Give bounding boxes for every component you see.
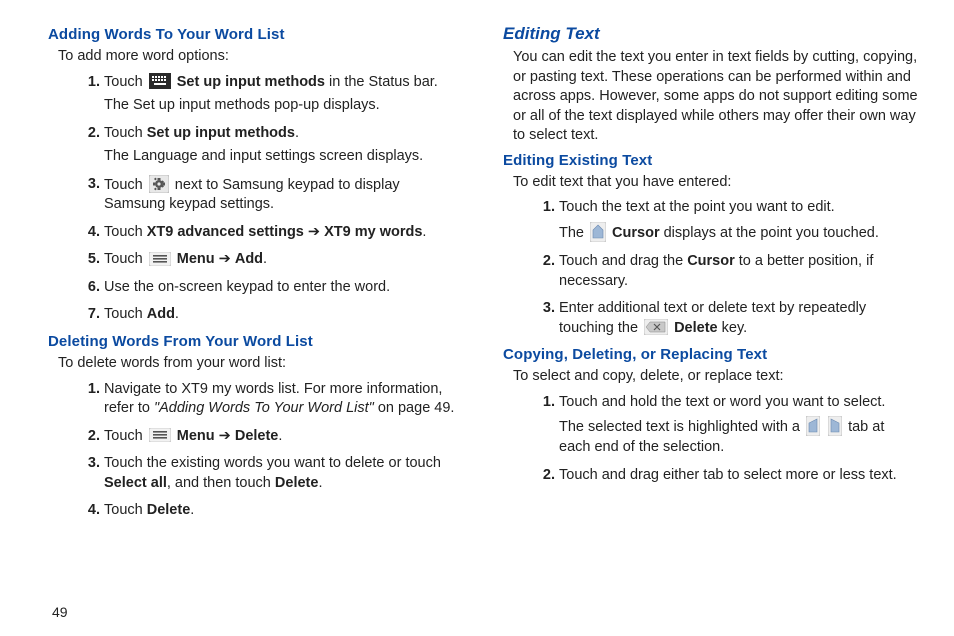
step-item: Navigate to XT9 my words list. For more … — [82, 380, 463, 419]
text: Touch — [104, 502, 147, 518]
steps-adding: Touch Set up input methods in the Status… — [48, 73, 463, 325]
text: Touch and hold the text or word you want… — [559, 394, 885, 410]
text-bold: Cursor — [612, 225, 660, 241]
menu-icon — [149, 252, 171, 266]
text-line: The selected text is highlighted with a … — [559, 416, 918, 458]
heading-editing-existing: Editing Existing Text — [503, 152, 918, 169]
text: The selected text is highlighted with a — [559, 419, 804, 435]
selection-tab-left-icon — [806, 416, 820, 436]
heading-editing-text: Editing Text — [503, 24, 918, 44]
right-column: Editing Text You can edit the text you e… — [503, 24, 918, 529]
page-number: 49 — [52, 604, 68, 620]
text: . — [295, 125, 299, 141]
text-bold: Select all — [104, 475, 167, 491]
step-item: Touch Menu ➔ Add. — [82, 250, 463, 270]
text-bold: Add — [147, 306, 175, 322]
text-bold: XT9 my words — [324, 224, 422, 240]
text: Touch — [104, 428, 147, 444]
gear-icon — [149, 175, 169, 193]
text: Touch — [104, 251, 147, 267]
intro-text: To add more word options: — [58, 47, 463, 67]
text: . — [190, 502, 194, 518]
step-item: Touch Set up input methods in the Status… — [82, 73, 463, 116]
text-bold: Menu — [177, 251, 215, 267]
paragraph: You can edit the text you enter in text … — [513, 48, 918, 146]
text: Touch — [104, 306, 147, 322]
cursor-tab-icon — [590, 222, 606, 242]
step-item: Touch and hold the text or word you want… — [537, 393, 918, 458]
text: Touch — [104, 125, 147, 141]
text: . — [175, 306, 179, 322]
left-column: Adding Words To Your Word List To add mo… — [48, 24, 463, 529]
text-bold: Cursor — [687, 253, 735, 269]
step-item: Touch Delete. — [82, 501, 463, 521]
step-item: Touch and drag the Cursor to a better po… — [537, 252, 918, 291]
step-item: Touch and drag either tab to select more… — [537, 466, 918, 486]
steps-deleting: Navigate to XT9 my words list. For more … — [48, 380, 463, 521]
text-bold: Delete — [147, 502, 191, 518]
step-item: Touch next to Samsung keypad to display … — [82, 175, 463, 215]
step-item: Touch Add. — [82, 305, 463, 325]
text: Touch and drag either tab to select more… — [559, 467, 897, 483]
step-item: Touch the existing words you want to del… — [82, 454, 463, 493]
steps-copying: Touch and hold the text or word you want… — [503, 393, 918, 486]
text-italic: "Adding Words To Your Word List" — [154, 400, 374, 416]
text: . — [278, 428, 282, 444]
heading-copying: Copying, Deleting, or Replacing Text — [503, 346, 918, 363]
text-line: The Cursor displays at the point you tou… — [559, 222, 918, 244]
text: The Language and input settings screen d… — [104, 147, 463, 167]
text: Touch — [104, 224, 147, 240]
text-bold: Menu — [177, 428, 215, 444]
text: on page 49. — [374, 400, 455, 416]
text: Use the on-screen keypad to enter the wo… — [104, 279, 390, 295]
step-item: Touch XT9 advanced settings ➔ XT9 my wor… — [82, 223, 463, 243]
text: Touch — [104, 74, 147, 90]
text: in the Status bar. — [325, 74, 438, 90]
heading-adding-words: Adding Words To Your Word List — [48, 26, 463, 43]
heading-deleting-words: Deleting Words From Your Word List — [48, 333, 463, 350]
text: . — [263, 251, 267, 267]
arrow-icon: ➔ — [304, 224, 324, 240]
text-bold: Set up input methods — [147, 125, 295, 141]
arrow-icon: ➔ — [215, 428, 235, 444]
text: The Set up input methods pop-up displays… — [104, 96, 463, 116]
text: Touch the existing words you want to del… — [104, 455, 441, 471]
text-bold: XT9 advanced settings — [147, 224, 304, 240]
text: , and then touch — [167, 475, 275, 491]
text: key. — [718, 320, 748, 336]
text-bold: Delete — [275, 475, 319, 491]
text: displays at the point you touched. — [660, 225, 879, 241]
step-item: Enter additional text or delete text by … — [537, 299, 918, 338]
text: Touch — [104, 177, 147, 193]
text: Touch the text at the point you want to … — [559, 199, 835, 215]
arrow-icon: ➔ — [215, 251, 235, 267]
delete-key-icon — [644, 319, 668, 335]
text: The — [559, 225, 588, 241]
text-bold: Delete — [235, 428, 279, 444]
step-item: Touch Set up input methods. The Language… — [82, 124, 463, 167]
text: . — [318, 475, 322, 491]
text-bold: Add — [235, 251, 263, 267]
step-item: Touch Menu ➔ Delete. — [82, 427, 463, 447]
selection-tab-right-icon — [828, 416, 842, 436]
intro-text: To select and copy, delete, or replace t… — [513, 367, 918, 387]
text: . — [422, 224, 426, 240]
intro-text: To delete words from your word list: — [58, 354, 463, 374]
steps-editing: Touch the text at the point you want to … — [503, 198, 918, 338]
menu-icon — [149, 428, 171, 442]
intro-text: To edit text that you have entered: — [513, 173, 918, 193]
text: Touch and drag the — [559, 253, 687, 269]
step-item: Touch the text at the point you want to … — [537, 198, 918, 244]
text-bold: Delete — [674, 320, 718, 336]
step-item: Use the on-screen keypad to enter the wo… — [82, 278, 463, 298]
keyboard-grid-icon — [149, 73, 171, 89]
text-bold: Set up input methods — [177, 74, 325, 90]
